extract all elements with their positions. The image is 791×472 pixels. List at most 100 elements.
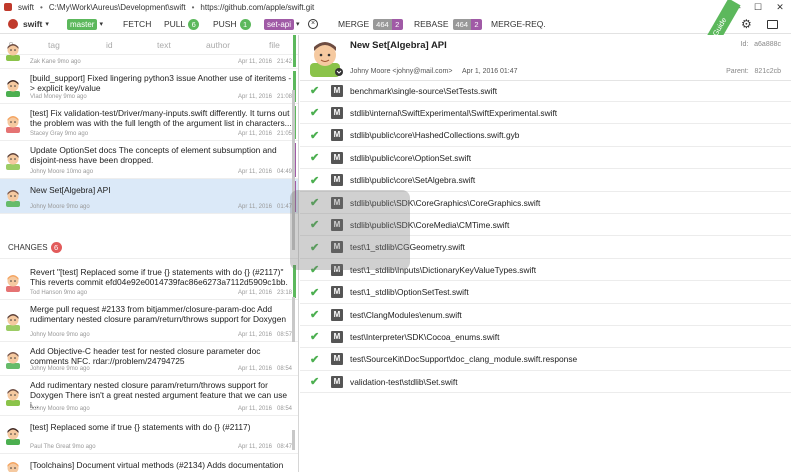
commit-author: Johny Moore 9mo ago <box>30 366 90 372</box>
scrollbar[interactable] <box>292 297 295 342</box>
modified-icon: M <box>331 84 343 97</box>
commit-author: Johny Moore 9mo ago <box>30 406 90 412</box>
commit-row[interactable]: Add rudimentary nested closure param/ret… <box>0 376 298 416</box>
commit-row[interactable]: Zak Kane 9mo ago Apr 11, 2016 21:42 <box>0 35 298 69</box>
modified-icon: M <box>331 353 343 366</box>
avatar <box>3 459 23 472</box>
changed-file-row[interactable]: ✔ Mtest\SourceKit\DocSupport\doc_clang_mo… <box>300 349 791 371</box>
changed-file-row[interactable]: ✔ Mvalidation-test\stdlib\Set.swift <box>300 371 791 394</box>
changes-count-badge: 6 <box>50 242 62 253</box>
avatar <box>3 150 23 170</box>
modified-icon: M <box>331 129 343 142</box>
check-icon[interactable]: ✔ <box>310 174 319 187</box>
file-path: stdlib\internal\SwiftExperimental\SwiftE… <box>350 107 558 118</box>
check-icon[interactable]: ✔ <box>310 330 319 343</box>
commit-author: Tod Hanson 9mo ago <box>30 290 88 296</box>
changed-file-row[interactable]: ✔ Mstdlib\internal\SwiftExperimental\Swif… <box>300 102 791 125</box>
commit-date: Apr 11, 2016 23:18 <box>238 290 292 296</box>
commit-message: [test] Replaced some if true {} statemen… <box>30 422 251 432</box>
changed-file-row[interactable]: ✔ Mtest\ClangModules\enum.swift <box>300 304 791 326</box>
check-icon[interactable]: ✔ <box>310 129 319 142</box>
commit-row[interactable]: [test] Replaced some if true {} statemen… <box>0 416 298 454</box>
changed-file-row[interactable]: ✔ Mstdlib\public\core\OptionSet.swift <box>300 147 791 170</box>
mail-icon <box>767 19 778 29</box>
commit-row[interactable]: Merge pull request #2133 from bitjammer/… <box>0 300 298 342</box>
check-icon[interactable]: ✔ <box>310 151 319 164</box>
changes-header[interactable]: CHANGES 6 <box>0 237 298 259</box>
check-icon[interactable]: ✔ <box>310 308 319 321</box>
check-icon[interactable]: ✔ <box>310 84 319 97</box>
changed-file-row[interactable]: ✔ Mbenchmark\single-source\SetTests.swift <box>300 80 791 102</box>
fetch-button[interactable]: FETCH <box>123 14 151 34</box>
maximize-icon[interactable]: ☐ <box>747 0 769 14</box>
watermark-overlay <box>290 190 410 270</box>
commit-row[interactable]: New Set[Algebra] API Johny Moore 9mo ago A… <box>0 179 298 214</box>
chevron-down-icon: ▾ <box>45 21 49 28</box>
commit-message: Update OptionSet docs The concepts of el… <box>30 145 277 165</box>
rebase-label: REBASE <box>414 19 449 29</box>
app-icon <box>4 3 12 11</box>
changed-file-row[interactable]: ✔ Mstdlib\public\core\SetAlgebra.swift <box>300 170 791 192</box>
rebase-count-a: 464 <box>452 18 472 30</box>
stop-button[interactable]: × <box>308 14 318 34</box>
commit-message: Revert "[test] Replaced some if true {} … <box>30 267 288 287</box>
commit-parent-label: Parent: <box>726 68 749 75</box>
toolbar: swift ▾ master ▾ FETCH PULL 6 PUSH 1 set… <box>0 14 791 34</box>
rebase-button[interactable]: REBASE 464 2 <box>414 14 483 34</box>
file-path: test\Interpreter\SDK\Cocoa_enums.swift <box>350 331 500 342</box>
merge-request-button[interactable]: MERGE-REQ. <box>491 14 546 34</box>
avatar <box>310 42 343 77</box>
commit-time: 01:47 <box>500 68 518 75</box>
push-button[interactable]: PUSH 1 <box>213 14 251 34</box>
file-path: test\ClangModules\enum.swift <box>350 309 462 320</box>
pull-label: PULL <box>164 19 186 29</box>
commit-parent: Parent: 821c2cb <box>726 68 781 75</box>
commit-row[interactable]: [test] Fix validation-test/Driver/many-i… <box>0 104 298 141</box>
scrollbar[interactable] <box>292 430 295 450</box>
commit-row[interactable]: Revert "[test] Replaced some if true {} … <box>0 263 298 300</box>
commit-id-label: Id: <box>740 41 749 48</box>
check-icon[interactable]: ✔ <box>310 106 319 119</box>
commit-date: Apr 11, 2016 21:05 <box>238 131 292 137</box>
push-count-badge: 1 <box>239 18 251 30</box>
file-path: benchmark\single-source\SetTests.swift <box>350 85 498 96</box>
changed-file-row[interactable]: ✔ Mtest\1_stdlib\OptionSetTest.swift <box>300 282 791 304</box>
app-name: swift <box>18 2 34 12</box>
check-icon[interactable]: ✔ <box>310 286 319 299</box>
commit-message: New Set[Algebra] API <box>30 185 111 195</box>
changed-file-row[interactable]: ✔ Mtest\Interpreter\SDK\Cocoa_enums.swift <box>300 326 791 349</box>
merge-button[interactable]: MERGE 464 2 <box>338 14 403 34</box>
pull-button[interactable]: PULL 6 <box>164 14 200 34</box>
rebase-count-b: 2 <box>471 18 483 30</box>
file-path: test\SourceKit\DocSupport\doc_clang_modu… <box>350 354 578 365</box>
settings-button[interactable]: ⚙ <box>741 14 752 34</box>
commit-row[interactable]: [build_support] Fixed lingering python3 … <box>0 69 298 104</box>
avatar <box>3 386 23 406</box>
commit-row[interactable]: Add Objective-C header test for nested c… <box>0 342 298 376</box>
commit-row[interactable]: Update OptionSet docs The concepts of el… <box>0 141 298 179</box>
commit-author: Paul The Great 9mo ago <box>30 444 96 450</box>
close-icon[interactable]: ✕ <box>769 0 791 14</box>
repo-selector[interactable]: swift ▾ <box>8 14 49 34</box>
commit-row[interactable]: [Toolchains] Document virtual methods (#… <box>0 454 298 472</box>
modified-icon: M <box>331 330 343 343</box>
messages-button[interactable] <box>767 14 778 34</box>
check-icon[interactable]: ✔ <box>310 353 319 366</box>
modified-icon: M <box>331 106 343 119</box>
commit-message: [Toolchains] Document virtual methods (#… <box>30 460 284 472</box>
commit-title: New Set[Algebra] API <box>350 40 447 51</box>
commit-id-value[interactable]: a6a888c <box>754 41 781 48</box>
commit-parent-value[interactable]: 821c2cb <box>755 68 781 75</box>
commit-message: [test] Fix validation-test/Driver/many-i… <box>30 108 292 128</box>
commit-date: Apr 11, 2016 08:57 <box>238 332 292 338</box>
check-icon[interactable]: ✔ <box>310 375 319 388</box>
merge-label: MERGE <box>338 19 370 29</box>
push-branch-selector[interactable]: set-api ▾ <box>262 14 300 34</box>
cancel-circle-icon: × <box>308 19 318 29</box>
changed-file-row[interactable]: ✔ Mstdlib\public\core\HashedCollections.s… <box>300 125 791 147</box>
modified-icon: M <box>331 174 343 187</box>
avatar <box>3 425 23 445</box>
branch-selector[interactable]: master ▾ <box>65 14 103 34</box>
commit-detail-header: New Set[Algebra] API Johny Moore <johny@… <box>300 35 791 81</box>
chevron-down-icon: ▾ <box>99 21 103 28</box>
